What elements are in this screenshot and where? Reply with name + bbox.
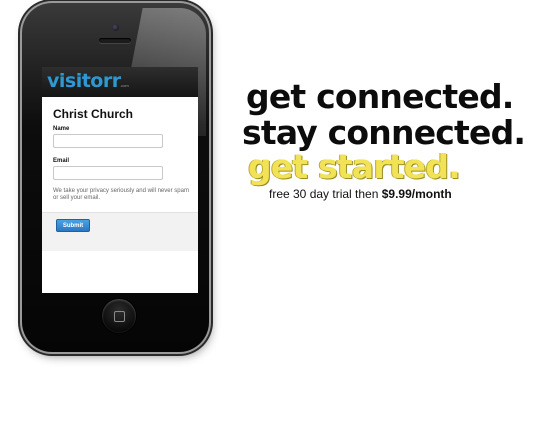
form-actions: Submit (42, 212, 198, 251)
name-input[interactable] (53, 134, 163, 148)
pricing-price: $9.99/month (381, 187, 452, 201)
camera-icon (112, 24, 119, 31)
home-square-icon (114, 311, 125, 322)
tagline-line-1: get connected. (246, 77, 514, 116)
phone-mockup: visitorr .com Christ Church Name Email W… (22, 3, 209, 352)
name-label: Name (53, 126, 70, 132)
email-label: Email (53, 158, 70, 164)
app-logo-suffix: .com (120, 83, 129, 88)
submit-button[interactable]: Submit (56, 219, 90, 232)
church-name: Christ Church (53, 107, 134, 121)
tagline-line-3: get started. (248, 147, 461, 186)
tagline-line-2: stay connected. (242, 113, 526, 152)
home-button[interactable] (102, 299, 136, 333)
pricing-prefix: free 30 day trial then (269, 187, 382, 201)
phone-screen: visitorr .com Christ Church Name Email W… (42, 67, 198, 293)
pricing-text: free 30 day trial then $9.99/month (269, 187, 452, 201)
privacy-note: We take your privacy seriously and will … (53, 188, 189, 201)
app-header: visitorr .com (42, 67, 198, 97)
email-input[interactable] (53, 166, 163, 180)
signup-form: Christ Church Name Email We take your pr… (42, 97, 198, 202)
speaker-grille (99, 38, 131, 43)
app-logo: visitorr (47, 70, 121, 92)
